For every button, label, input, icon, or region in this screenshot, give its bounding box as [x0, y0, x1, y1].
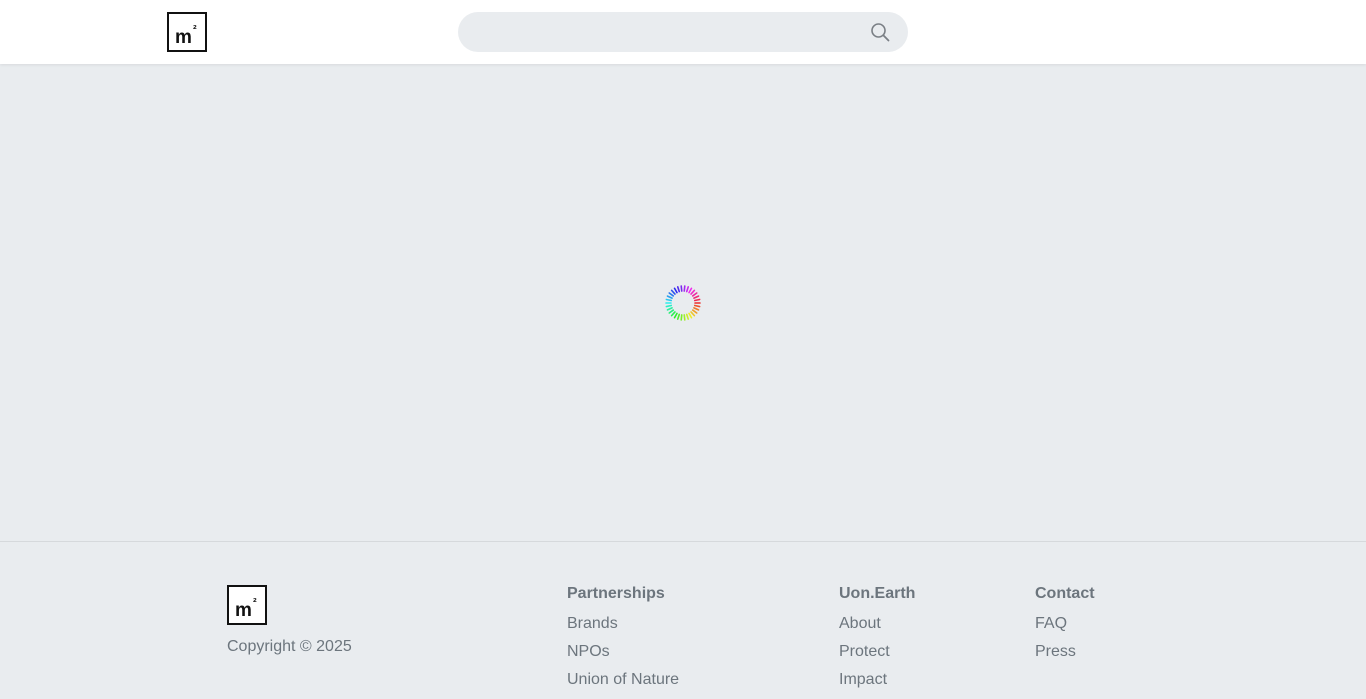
- spinner-tick: [691, 309, 698, 314]
- copyright-text: Copyright © 2025: [227, 638, 352, 655]
- spinner-tick: [673, 312, 678, 319]
- site-header: m ²: [0, 0, 1366, 64]
- spinner-tick: [693, 298, 701, 302]
- spinner-tick: [666, 307, 673, 311]
- footer-link-press[interactable]: Press: [1035, 643, 1095, 661]
- spinner-tick: [668, 292, 675, 297]
- spinner-tick: [680, 285, 683, 292]
- spinner-tick: [688, 312, 693, 319]
- logo-text: m: [175, 27, 192, 48]
- spinner-tick: [676, 286, 681, 293]
- spinner-tick: [680, 314, 683, 321]
- footer-link-npos[interactable]: NPOs: [567, 643, 679, 661]
- spinner-tick: [676, 313, 681, 320]
- spinner-tick: [685, 313, 690, 320]
- logo-superscript: ²: [193, 24, 197, 36]
- spinner-tick: [670, 289, 676, 295]
- footer-column-heading: Uon.Earth: [839, 585, 916, 602]
- site-footer: m ² Copyright © 2025 Partnerships Brands…: [0, 541, 1366, 688]
- logo-text: m: [235, 600, 252, 621]
- spinner-tick: [690, 311, 696, 317]
- spinner-tick: [666, 295, 673, 299]
- logo-superscript: ²: [253, 597, 257, 609]
- spinner-tick: [665, 304, 673, 308]
- spinner-tick: [683, 314, 686, 321]
- spinner-tick: [693, 304, 701, 308]
- footer-column-heading: Partnerships: [567, 585, 665, 602]
- spinner-tick: [693, 307, 700, 311]
- spinner-tick: [690, 289, 696, 295]
- spinner-tick: [683, 285, 686, 292]
- footer-link-faq[interactable]: FAQ: [1035, 615, 1095, 633]
- spinner-tick: [691, 292, 698, 297]
- spinner-tick: [668, 309, 675, 314]
- spinner-tick: [670, 311, 676, 317]
- footer-link-brands[interactable]: Brands: [567, 615, 679, 633]
- footer-link-protect[interactable]: Protect: [839, 643, 915, 661]
- footer-link-about[interactable]: About: [839, 615, 915, 633]
- spinner-tick: [665, 298, 673, 302]
- footer-link-union-of-nature[interactable]: Union of Nature: [567, 671, 679, 689]
- search-icon[interactable]: [870, 22, 890, 42]
- spinner-tick: [688, 287, 693, 294]
- footer-link-impact[interactable]: Impact: [839, 671, 915, 689]
- spinner-tick: [685, 286, 690, 293]
- header-logo[interactable]: m ²: [167, 12, 207, 52]
- search-input[interactable]: [458, 12, 858, 52]
- footer-column-contact: Contact FAQ Press: [1035, 585, 1095, 671]
- footer-logo[interactable]: m ²: [227, 585, 267, 625]
- search-bar: [458, 12, 908, 52]
- footer-column-heading: Contact: [1035, 585, 1095, 602]
- spinner-tick: [693, 295, 700, 299]
- spinner-tick: [673, 287, 678, 294]
- loading-spinner-icon: [665, 285, 701, 321]
